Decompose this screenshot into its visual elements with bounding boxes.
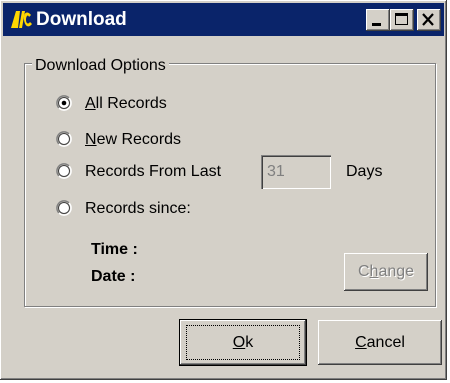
close-icon	[422, 13, 434, 26]
radio-checked-icon	[56, 95, 72, 111]
maximize-icon	[395, 13, 408, 25]
radio-all-records-label: All Records	[85, 95, 167, 112]
minimize-button[interactable]	[366, 9, 390, 31]
radio-unchecked-icon	[56, 200, 72, 216]
group-legend: Download Options	[32, 56, 169, 76]
window-title: Download	[36, 9, 127, 30]
days-input[interactable]: 31	[261, 155, 331, 189]
change-button[interactable]: Change	[344, 253, 428, 291]
cancel-button[interactable]: Cancel	[318, 320, 442, 365]
app-icon	[9, 8, 33, 32]
maximize-button[interactable]	[390, 9, 414, 31]
radio-unchecked-icon	[56, 163, 72, 179]
radio-new-records-label: New Records	[85, 131, 182, 148]
title-bar[interactable]: Download	[3, 3, 444, 36]
download-dialog: Download Download Options All Records Ne…	[0, 0, 447, 380]
close-button[interactable]	[417, 9, 441, 31]
radio-records-from-last-label: Records From Last	[85, 163, 222, 180]
time-label: Time :	[91, 241, 138, 258]
minimize-icon	[372, 23, 381, 26]
radio-records-since-label: Records since:	[85, 200, 191, 217]
days-unit-label: Days	[346, 163, 383, 180]
radio-unchecked-icon	[56, 131, 72, 147]
date-label: Date :	[91, 268, 136, 285]
focus-rectangle	[186, 325, 300, 360]
ok-button[interactable]: Ok	[180, 320, 306, 365]
